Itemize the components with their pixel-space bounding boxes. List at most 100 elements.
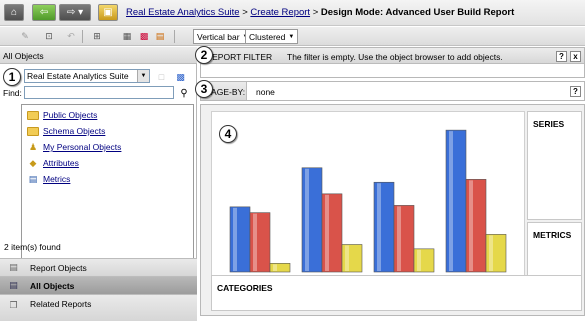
- chart-bar-highlight: [489, 235, 493, 271]
- forward-arrow-icon: ⇨ ▾: [66, 7, 84, 18]
- list-item-label: Metrics: [43, 174, 71, 184]
- series-drop-zone[interactable]: SERIES: [527, 111, 582, 220]
- chevron-down-icon: ▼: [288, 33, 295, 40]
- chart-bar-highlight: [253, 213, 257, 271]
- chevron-down-icon: ▼: [137, 70, 149, 82]
- series-zone-label: SERIES: [533, 119, 565, 129]
- attributes-icon: ◆: [29, 157, 37, 168]
- personal-objects-icon: ♟: [28, 141, 38, 152]
- back-arrow-icon: ⇦: [39, 7, 49, 18]
- page-by-panel: PAGE-BY: none ?: [200, 81, 585, 101]
- breadcrumb-separator: >: [242, 7, 248, 18]
- pivot-icon[interactable]: ⊞: [90, 29, 104, 43]
- forward-button[interactable]: ⇨ ▾: [59, 4, 91, 21]
- chart-bar-highlight: [325, 194, 329, 271]
- report-filter-title: REPORT FILTER: [206, 52, 273, 62]
- home-icon: ⌂: [10, 7, 18, 18]
- find-label: Find:: [3, 88, 22, 98]
- callout-2: 2: [195, 46, 213, 64]
- list-item-label: Schema Objects: [43, 126, 106, 136]
- breadcrumb-separator: >: [312, 7, 319, 18]
- tab-label: Report Objects: [30, 262, 87, 273]
- back-button[interactable]: ⇦: [32, 4, 56, 21]
- list-item-label: Attributes: [43, 158, 79, 168]
- list-item-attributes[interactable]: ◆ Attributes: [27, 157, 79, 169]
- report-filter-message: The filter is empty. Use the object brow…: [287, 52, 503, 62]
- graph-canvas[interactable]: [211, 111, 525, 278]
- chart-bar-highlight: [273, 264, 277, 271]
- categories-drop-zone[interactable]: CATEGORIES: [211, 275, 582, 311]
- project-select[interactable]: Real Estate Analytics Suite ▼: [24, 69, 150, 83]
- breadcrumb-item-project[interactable]: Real Estate Analytics Suite: [126, 7, 240, 18]
- breadcrumb-item-create-report[interactable]: Create Report: [250, 7, 310, 18]
- metrics-drop-zone[interactable]: METRICS: [527, 222, 582, 278]
- breadcrumb: Real Estate Analytics Suite > Create Rep…: [126, 7, 514, 18]
- tab-report-objects[interactable]: ▤ Report Objects: [0, 258, 197, 276]
- undo-icon[interactable]: ↶: [64, 29, 78, 43]
- close-button[interactable]: x: [570, 51, 581, 62]
- chart-bar-highlight: [449, 131, 453, 271]
- items-found-text: 2 item(s) found: [4, 242, 61, 252]
- list-item-my-personal-objects[interactable]: ♟ My Personal Objects: [27, 141, 121, 153]
- folder-icon: [27, 110, 39, 120]
- page-by-value: none: [256, 87, 275, 97]
- help-button[interactable]: ?: [556, 51, 567, 62]
- save-icon[interactable]: ✎: [18, 29, 32, 43]
- object-browser-header: All Objects: [0, 47, 197, 64]
- list-item-public-objects[interactable]: Public Objects: [27, 109, 97, 121]
- folder-icon: [27, 126, 39, 136]
- related-reports-icon: ❐: [9, 299, 18, 310]
- home-button[interactable]: ⌂: [4, 4, 24, 21]
- callout-4: 4: [219, 125, 237, 143]
- callout-3: 3: [195, 80, 213, 98]
- grid-view-icon[interactable]: ▦: [120, 29, 134, 43]
- breadcrumb-bar: ⌂ ⇦ ⇨ ▾ ▣ Real Estate Analytics Suite > …: [0, 0, 585, 26]
- breadcrumb-current: Design Mode: Advanced User Build Report: [320, 7, 515, 18]
- report-objects-icon: ▤: [9, 262, 18, 272]
- folder-up-icon[interactable]: □: [155, 71, 168, 83]
- chart-bar-highlight: [345, 245, 349, 271]
- graph-type-select[interactable]: Vertical bar ▼: [193, 29, 253, 44]
- search-icon[interactable]: ⚲: [177, 86, 191, 100]
- metrics-icon: ▤: [28, 173, 38, 184]
- report-design-area: SERIES METRICS CATEGORIES: [200, 104, 585, 316]
- report-filter-header: REPORT FILTER The filter is empty. Use t…: [201, 48, 584, 64]
- chart-bar-highlight: [233, 207, 237, 271]
- chart-bar-highlight: [417, 249, 421, 271]
- my-reports-button[interactable]: ▣: [98, 4, 118, 21]
- app-root: ⌂ ⇦ ⇨ ▾ ▣ Real Estate Analytics Suite > …: [0, 0, 585, 321]
- chart-bar-highlight: [377, 183, 381, 271]
- help-button[interactable]: ?: [570, 86, 581, 97]
- toolbar-separator: [82, 30, 83, 43]
- callout-1: 1: [3, 68, 21, 86]
- tab-label: Related Reports: [30, 299, 92, 309]
- categories-zone-label: CATEGORIES: [217, 283, 273, 293]
- tab-related-reports[interactable]: ❐ Related Reports: [0, 294, 197, 321]
- graph-type-value: Vertical bar: [197, 31, 240, 42]
- chart-bar-highlight: [469, 180, 473, 271]
- list-item-label: My Personal Objects: [43, 142, 122, 152]
- all-objects-icon: ▤: [9, 280, 18, 290]
- object-browser-panel: All Objects Real Estate Analytics Suite …: [0, 47, 197, 321]
- tab-all-objects[interactable]: ▤ All Objects: [0, 276, 197, 294]
- graph-view-icon[interactable]: ▩: [137, 29, 151, 43]
- graph-subtype-select[interactable]: Clustered ▼: [245, 29, 299, 44]
- chart-bar-highlight: [305, 168, 309, 271]
- remove-grid-icon[interactable]: ⊡: [42, 29, 56, 43]
- graph-subtype-value: Clustered: [249, 31, 286, 42]
- project-select-value: Real Estate Analytics Suite: [27, 71, 129, 81]
- metrics-zone-label: METRICS: [533, 230, 572, 240]
- toolbar: ✎ ⊡ ↶ ⊞ ▦ ▩ ▤ Vertical bar ▼ Clustered ▼: [0, 27, 585, 46]
- folder-chart-icon: ▣: [103, 7, 113, 18]
- browse-icon[interactable]: ▩: [174, 71, 187, 83]
- list-item-label: Public Objects: [43, 110, 98, 120]
- tab-label: All Objects: [30, 280, 75, 291]
- report-filter-panel: REPORT FILTER The filter is empty. Use t…: [200, 47, 585, 78]
- list-item-schema-objects[interactable]: Schema Objects: [27, 125, 105, 137]
- grid-graph-view-icon[interactable]: ▤: [153, 29, 167, 43]
- list-item-metrics[interactable]: ▤ Metrics: [27, 173, 71, 185]
- toolbar-separator: [174, 30, 175, 43]
- chart-bar-highlight: [397, 206, 401, 271]
- bar-chart: [229, 129, 507, 273]
- find-input[interactable]: [24, 86, 174, 99]
